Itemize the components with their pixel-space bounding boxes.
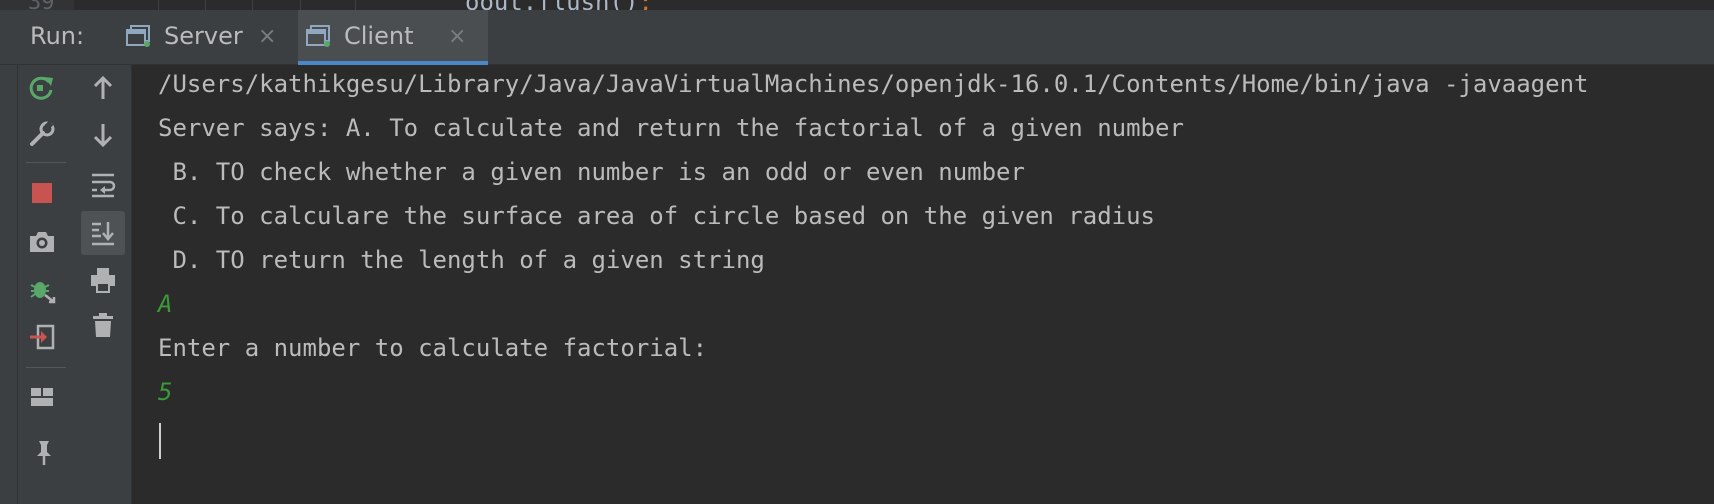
exit-icon bbox=[30, 324, 55, 350]
editor-code-line: oout.flush(); bbox=[465, 0, 653, 10]
pin-tab-button[interactable] bbox=[22, 432, 62, 472]
close-icon[interactable]: × bbox=[448, 24, 466, 49]
rerun-button[interactable] bbox=[22, 68, 62, 108]
run-panel-header: Run: Server × Client × bbox=[0, 10, 1714, 65]
indent-guide bbox=[355, 0, 356, 10]
rerun-icon bbox=[29, 76, 53, 100]
code-semicolon: ; bbox=[638, 0, 652, 10]
clear-all-button[interactable] bbox=[83, 305, 123, 345]
tab-client-label: Client bbox=[344, 22, 414, 50]
scroll-to-end-button[interactable] bbox=[81, 211, 125, 255]
up-stack-trace-button[interactable] bbox=[83, 68, 123, 108]
soft-wrap-icon bbox=[92, 173, 116, 198]
code-text: oout.flush() bbox=[465, 0, 638, 10]
debug-icon bbox=[30, 282, 56, 304]
run-toolbar-primary bbox=[18, 65, 78, 504]
attach-debugger-button[interactable] bbox=[22, 270, 62, 310]
editor-strip: 39 oout.flush(); bbox=[0, 0, 1714, 10]
console-line: B. TO check whether a given number is an… bbox=[158, 158, 1025, 186]
console-output[interactable]: /Users/kathikgesu/Library/Java/JavaVirtu… bbox=[133, 65, 1714, 504]
console-line: D. TO return the length of a given strin… bbox=[158, 246, 765, 274]
run-toolbar-secondary bbox=[78, 65, 132, 504]
console-icon bbox=[306, 25, 330, 47]
close-icon[interactable]: × bbox=[258, 24, 276, 49]
console-line: Server says: A. To calculate and return … bbox=[158, 114, 1184, 142]
layout-icon bbox=[31, 388, 53, 406]
scroll-to-end-icon bbox=[92, 222, 114, 246]
indent-guide bbox=[158, 0, 159, 10]
print-button[interactable] bbox=[83, 260, 123, 300]
indent-guide bbox=[252, 0, 253, 10]
down-arrow-icon bbox=[93, 124, 113, 148]
print-icon bbox=[91, 268, 115, 293]
editor-line-number: 39 bbox=[28, 0, 55, 10]
toolbar-separator bbox=[26, 367, 66, 368]
stop-button[interactable] bbox=[22, 173, 62, 213]
exit-button[interactable] bbox=[22, 317, 62, 357]
up-arrow-icon bbox=[93, 75, 113, 99]
camera-icon bbox=[30, 232, 54, 252]
dump-threads-button[interactable] bbox=[22, 222, 62, 262]
console-line: Enter a number to calculate factorial: bbox=[158, 334, 708, 362]
console-user-input: A bbox=[158, 290, 173, 318]
indent-guide bbox=[300, 0, 301, 10]
stop-icon bbox=[32, 183, 52, 203]
down-stack-trace-button[interactable] bbox=[83, 115, 123, 155]
indent-guide bbox=[205, 0, 206, 10]
toolbar-separator bbox=[26, 162, 66, 163]
console-user-input: 5 bbox=[158, 378, 173, 406]
edit-configuration-button[interactable] bbox=[22, 114, 62, 154]
tab-server[interactable]: Server × bbox=[118, 10, 293, 65]
text-caret bbox=[159, 423, 161, 459]
soft-wrap-button[interactable] bbox=[83, 164, 123, 204]
console-line: /Users/kathikgesu/Library/Java/JavaVirtu… bbox=[158, 70, 1589, 98]
tab-server-label: Server bbox=[164, 22, 243, 50]
run-label: Run: bbox=[30, 22, 85, 50]
wrench-icon bbox=[30, 120, 55, 146]
console-line: C. To calculare the surface area of circ… bbox=[158, 202, 1155, 230]
trash-icon bbox=[93, 313, 113, 337]
restore-layout-button[interactable] bbox=[22, 377, 62, 417]
left-tool-stripe bbox=[0, 10, 18, 504]
console-icon bbox=[126, 25, 150, 47]
pin-icon bbox=[37, 441, 51, 465]
tab-client[interactable]: Client × bbox=[298, 10, 488, 65]
